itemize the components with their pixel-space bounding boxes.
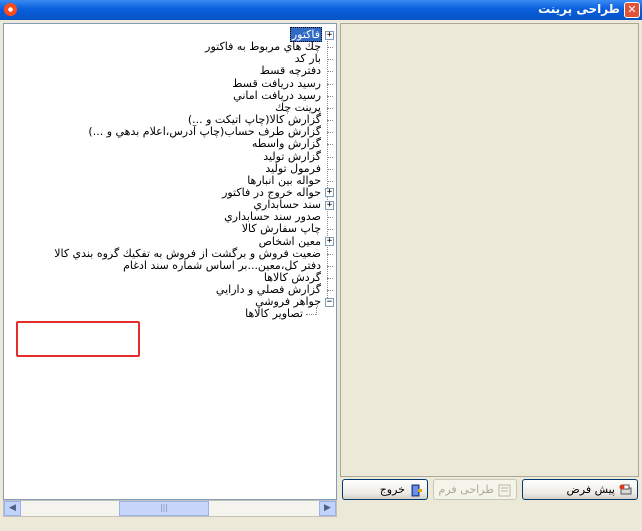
expand-icon[interactable]: + [325, 30, 334, 40]
exit-door-icon [409, 484, 423, 497]
preview-panel [340, 23, 639, 477]
title-bar: طراحی پرینت ✕ [0, 0, 642, 20]
status-area [0, 518, 642, 531]
expand-icon[interactable]: + [325, 237, 334, 247]
app-icon[interactable] [4, 3, 17, 16]
exit-button-label: خروج [379, 483, 405, 496]
scroll-right-icon[interactable]: ▶ [319, 501, 336, 516]
scroll-left-icon[interactable]: ◀ [4, 501, 21, 516]
print-preview-icon [619, 484, 633, 497]
design-form-button-label: طراحی فرم [438, 483, 494, 496]
tree-trunk-line [327, 35, 328, 303]
close-icon[interactable]: ✕ [624, 2, 640, 18]
tree-connector-line [306, 314, 316, 316]
report-tree[interactable]: فاکتور + چك هاي مربوط به فاكتور بار كد دفترچ… [3, 23, 337, 500]
scroll-thumb[interactable]: ||| [119, 501, 209, 516]
expand-icon[interactable]: + [325, 188, 334, 198]
highlight-box [16, 321, 140, 357]
preview-button[interactable]: پیش فرض [522, 479, 638, 500]
horizontal-scrollbar[interactable]: ◀ ||| ▶ [3, 500, 337, 517]
exit-button[interactable]: خروج [342, 479, 428, 500]
tree-child-item[interactable]: تصاوير كالاها [244, 306, 304, 322]
preview-button-label: پیش فرض [566, 483, 615, 496]
tree-item-label: تصاوير كالاها [245, 307, 303, 321]
design-form-button[interactable]: طراحی فرم [433, 479, 517, 500]
collapse-icon[interactable]: − [325, 297, 334, 307]
form-design-icon [498, 484, 512, 497]
expand-icon[interactable]: + [325, 200, 334, 210]
window-title: طراحی پرینت [538, 2, 620, 16]
